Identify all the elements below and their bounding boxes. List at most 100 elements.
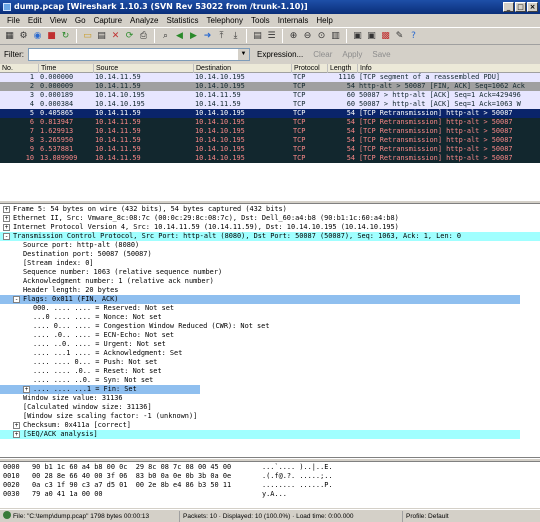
zoom-out-icon[interactable]: ⊖ [301, 30, 314, 43]
detail-tree-item[interactable]: - Transmission Control Protocol, Src Port… [0, 232, 540, 241]
detail-tree-item[interactable]: [Window size scaling factor: -1 (unknown… [0, 412, 540, 421]
first-packet-icon[interactable]: ⤒ [215, 30, 228, 43]
display-filters-icon[interactable]: ▣ [365, 30, 378, 43]
menu-statistics[interactable]: Statistics [163, 16, 203, 25]
filter-dropdown-icon[interactable]: ▼ [238, 48, 249, 60]
detail-tree-item[interactable]: ...0 .... .... = Nonce: Not set [0, 313, 540, 322]
detail-tree-item[interactable]: Destination port: 50087 (50087) [0, 250, 540, 259]
menu-help[interactable]: Help [312, 16, 336, 25]
detail-tree-item[interactable]: + [SEQ/ACK analysis] [0, 430, 520, 439]
detail-tree-item[interactable]: + Checksum: 0x411a [correct] [0, 421, 540, 430]
filter-input[interactable]: ▼ [28, 47, 250, 61]
preferences-icon[interactable]: ✎ [393, 30, 406, 43]
column-header-source[interactable]: Source [93, 64, 193, 73]
minimize-button[interactable]: _ [503, 2, 514, 12]
column-header-length[interactable]: Length [327, 64, 357, 73]
packet-row[interactable]: 1 0.000000 10.14.11.59 10.14.10.195 TCP 1116 [… [0, 73, 540, 82]
hex-row[interactable]: 0020 0a c3 1f 90 c3 a7 d5 01 00 2e 8b e4 … [0, 481, 540, 490]
menu-edit[interactable]: Edit [24, 16, 46, 25]
help-icon[interactable]: ? [407, 30, 420, 43]
hex-row[interactable]: 0010 00 28 8e 66 40 00 3f 06 83 b0 0a 0e … [0, 472, 540, 481]
detail-tree-item[interactable]: .... .... ..0. = Syn: Not set [0, 376, 540, 385]
hex-row[interactable]: 0030 79 a0 41 1a 00 00 y.A... [0, 490, 540, 499]
last-packet-icon[interactable]: ⤓ [229, 30, 242, 43]
packet-row[interactable]: 2 0.000009 10.14.11.59 10.14.10.195 TCP 54 htt… [0, 82, 540, 91]
normal-size-icon[interactable]: ⊙ [315, 30, 328, 43]
detail-tree-item[interactable]: +.... .... ...1 = Fin: Set [0, 385, 200, 394]
packet-row[interactable]: 7 1.629913 10.14.11.59 10.14.10.195 TCP 54 [TC… [0, 127, 540, 136]
menu-file[interactable]: File [3, 16, 24, 25]
start-capture-icon[interactable]: ◉ [31, 30, 44, 43]
expression-button[interactable]: Expression... [254, 50, 306, 59]
detail-tree-item[interactable]: + Frame 5: 54 bytes on wire (432 bits), 5… [0, 205, 540, 214]
go-to-icon[interactable]: ➜ [201, 30, 214, 43]
status-profile[interactable]: Profile: Default [403, 511, 540, 522]
menu-analyze[interactable]: Analyze [126, 16, 162, 25]
open-file-icon[interactable]: ▭ [81, 30, 94, 43]
detail-tree-item[interactable]: .... .... .0.. = Reset: Not set [0, 367, 540, 376]
column-header-destination[interactable]: Destination [193, 64, 291, 73]
save-file-icon[interactable]: ▤ [95, 30, 108, 43]
hex-row[interactable]: 0000 90 b1 1c 60 a4 b8 00 0c 29 8c 08 7c … [0, 463, 540, 472]
expand-icon[interactable]: + [3, 215, 10, 222]
detail-tree-item[interactable]: [Stream index: 0] [0, 259, 540, 268]
find-icon[interactable]: ⌕ [159, 30, 172, 43]
back-icon[interactable]: ◀ [173, 30, 186, 43]
forward-icon[interactable]: ▶ [187, 30, 200, 43]
detail-tree-item[interactable]: .... ...1 .... = Acknowledgment: Set [0, 349, 540, 358]
collapse-icon[interactable]: - [13, 296, 20, 303]
expand-icon[interactable]: + [13, 431, 20, 438]
detail-tree-item[interactable]: Acknowledgment number: 1 (relative ack n… [0, 277, 540, 286]
detail-tree-item[interactable]: Window size value: 31136 [0, 394, 540, 403]
column-header-no[interactable]: No. [0, 64, 38, 73]
detail-tree-item[interactable]: [Calculated window size: 31136] [0, 403, 540, 412]
detail-tree-item[interactable]: .... .... 0... = Push: Not set [0, 358, 540, 367]
close-file-icon[interactable]: ✕ [109, 30, 122, 43]
menu-view[interactable]: View [46, 16, 71, 25]
menu-tools[interactable]: Tools [247, 16, 274, 25]
detail-tree-item[interactable]: .... .0.. .... = ECN-Echo: Not set [0, 331, 540, 340]
clear-button[interactable]: Clear [310, 50, 335, 59]
detail-tree-item[interactable]: Sequence number: 1063 (relative sequence… [0, 268, 540, 277]
detail-tree-item[interactable]: .... 0... .... = Congestion Window Reduc… [0, 322, 540, 331]
maximize-button[interactable]: □ [515, 2, 526, 12]
menu-telephony[interactable]: Telephony [203, 16, 247, 25]
packet-row[interactable]: 4 0.000384 10.14.10.195 10.14.11.59 TCP 60 500… [0, 100, 540, 109]
menu-internals[interactable]: Internals [274, 16, 313, 25]
column-header-info[interactable]: Info [357, 64, 540, 73]
packet-row[interactable]: 9 6.537881 10.14.11.59 10.14.10.195 TCP 54 [TC… [0, 145, 540, 154]
detail-tree-item[interactable]: 000. .... .... = Reserved: Not set [0, 304, 540, 313]
reload-icon[interactable]: ⟳ [123, 30, 136, 43]
packet-row[interactable]: 10 13.089909 10.14.11.59 10.14.10.195 TCP 54 [… [0, 154, 540, 163]
auto-scroll-icon[interactable]: ☰ [265, 30, 278, 43]
expand-icon[interactable]: + [3, 206, 10, 213]
column-header-time[interactable]: Time [38, 64, 93, 73]
expand-icon[interactable]: + [3, 224, 10, 231]
restart-capture-icon[interactable]: ↻ [59, 30, 72, 43]
coloring-rules-icon[interactable]: ▩ [379, 30, 392, 43]
detail-tree-item[interactable]: Header length: 20 bytes [0, 286, 540, 295]
detail-tree-item[interactable]: Source port: http-alt (8080) [0, 241, 540, 250]
detail-tree-item[interactable]: - Flags: 0x011 (FIN, ACK) [0, 295, 520, 304]
stop-capture-icon[interactable]: ■ [45, 30, 58, 43]
zoom-in-icon[interactable]: ⊕ [287, 30, 300, 43]
print-icon[interactable]: ⎙ [137, 30, 150, 43]
expand-icon[interactable]: + [13, 422, 20, 429]
detail-tree-item[interactable]: + Internet Protocol Version 4, Src: 10.14… [0, 223, 540, 232]
expert-info-icon[interactable] [3, 510, 11, 519]
close-button[interactable]: × [527, 2, 538, 12]
resize-columns-icon[interactable]: ▥ [329, 30, 342, 43]
detail-tree-item[interactable]: + Ethernet II, Src: Vmware_8c:08:7c (00:0… [0, 214, 540, 223]
apply-button[interactable]: Apply [339, 50, 365, 59]
collapse-icon[interactable]: - [3, 233, 10, 240]
colorize-icon[interactable]: ▤ [251, 30, 264, 43]
interface-icon[interactable]: ▦ [3, 30, 16, 43]
menu-capture[interactable]: Capture [90, 16, 126, 25]
column-header-protocol[interactable]: Protocol [291, 64, 327, 73]
packet-row[interactable]: 5 0.405865 10.14.11.59 10.14.10.195 TCP 54 [TC… [0, 109, 540, 118]
menu-go[interactable]: Go [71, 16, 90, 25]
capture-filters-icon[interactable]: ▣ [351, 30, 364, 43]
save-filter-button[interactable]: Save [369, 50, 393, 59]
packet-row[interactable]: 3 0.000189 10.14.10.195 10.14.11.59 TCP 60 500… [0, 91, 540, 100]
packet-row[interactable]: 8 3.265950 10.14.11.59 10.14.10.195 TCP 54 [TC… [0, 136, 540, 145]
